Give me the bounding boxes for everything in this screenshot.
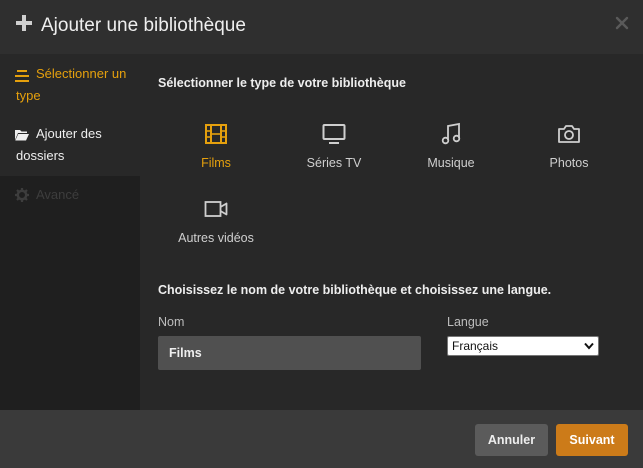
language-label: Langue: [447, 315, 489, 329]
dialog-header: Ajouter une bibliothèque: [0, 0, 643, 54]
type-option-label: Séries TV: [306, 156, 362, 170]
camera-icon: [558, 125, 580, 143]
tv-icon: [322, 124, 346, 144]
next-button[interactable]: Suivant: [556, 424, 628, 456]
sidebar-item-select-type[interactable]: Sélectionner un type: [0, 63, 140, 111]
film-icon: [205, 124, 227, 144]
dialog-footer: Annuler Suivant: [0, 410, 643, 468]
name-section-title: Choisissez le nom de votre bibliothèque …: [158, 283, 552, 297]
dialog-title: Ajouter une bibliothèque: [41, 15, 246, 36]
video-camera-icon: [204, 201, 228, 217]
library-name-input[interactable]: [158, 336, 421, 370]
sidebar-item-label: Avancé: [36, 187, 80, 202]
type-option-tv-shows[interactable]: Séries TV: [274, 122, 394, 184]
type-option-photos[interactable]: Photos: [509, 122, 629, 184]
chevron-down-icon: [584, 342, 594, 350]
sidebar-item-label: Sélectionner un type: [16, 66, 127, 103]
music-note-icon: [441, 122, 461, 145]
sidebar-item-advanced: Avancé: [0, 184, 140, 206]
add-library-dialog: Ajouter une bibliothèque Sélectionner un…: [0, 0, 643, 468]
type-section-title: Sélectionner le type de votre bibliothèq…: [158, 76, 406, 90]
type-option-label: Photos: [549, 156, 589, 170]
language-select[interactable]: Français: [447, 336, 599, 356]
type-option-music[interactable]: Musique: [391, 122, 511, 184]
type-option-label: Autres vidéos: [178, 231, 254, 245]
cancel-button[interactable]: Annuler: [475, 424, 548, 456]
close-icon[interactable]: [614, 15, 630, 31]
wizard-sidebar: Sélectionner un type Ajouter des dossier…: [0, 54, 140, 410]
type-option-label: Musique: [427, 156, 475, 170]
wizard-main: Sélectionner le type de votre bibliothèq…: [140, 54, 643, 410]
sidebar-item-label: Ajouter des dossiers: [16, 126, 102, 163]
type-option-other-videos[interactable]: Autres vidéos: [156, 197, 276, 259]
name-label: Nom: [158, 315, 185, 329]
sidebar-item-add-folders[interactable]: Ajouter des dossiers: [0, 123, 140, 171]
language-select-value: Français: [452, 339, 499, 353]
plus-icon: [16, 15, 32, 31]
type-option-films[interactable]: Films: [156, 122, 276, 184]
type-option-label: Films: [201, 156, 231, 170]
